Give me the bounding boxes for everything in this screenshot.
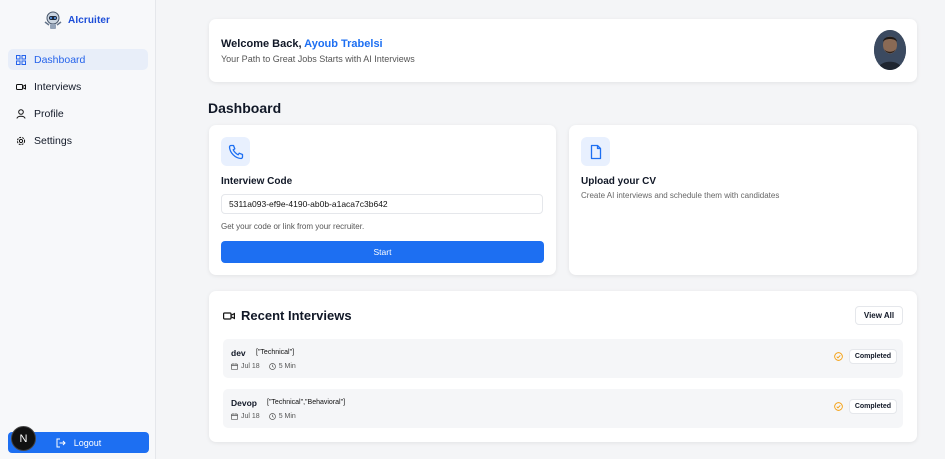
clock-icon [268,363,276,370]
clock-icon [268,413,276,420]
sidebar: AIcruiter Dashboard Interviews Profile S… [0,0,156,459]
recent-interviews-card: Recent Interviews View All dev ["Technic… [209,291,917,442]
list-item[interactable]: dev ["Technical"] Jul 18 5 Min Completed [223,339,903,378]
sidebar-nav: Dashboard Interviews Profile Settings [8,49,148,157]
list-item[interactable]: Devop ["Technical","Behavioral"] Jul 18 … [223,389,903,428]
welcome-greeting: Welcome Back, [221,38,302,50]
calendar-icon [231,363,238,370]
recent-interviews-title: Recent Interviews [241,308,352,323]
interview-code-hint: Get your code or link from your recruite… [221,222,365,231]
interview-duration: 5 Min [278,363,296,370]
status-badge: Completed [848,399,897,414]
user-name: Ayoub Trabelsi [304,38,383,50]
user-icon [16,108,26,119]
grid-icon [16,54,26,65]
interview-date: Jul 18 [241,413,260,420]
video-icon [223,311,235,320]
interview-tags: ["Technical","Behavioral"] [267,399,346,406]
page-title: Dashboard [208,100,282,116]
start-button[interactable]: Start [221,241,544,263]
welcome-subtitle: Your Path to Great Jobs Starts with AI I… [221,54,415,64]
interview-name: Devop [231,398,257,408]
video-icon [16,83,26,90]
upload-cv-card[interactable]: Upload your CV Create AI interviews and … [569,125,917,275]
welcome-heading: Welcome Back, Ayoub Trabelsi [221,38,383,50]
interview-meta: Jul 18 5 Min [231,413,296,420]
welcome-card: Welcome Back, Ayoub Trabelsi Your Path t… [209,19,917,82]
sidebar-item-label: Interviews [34,80,82,93]
phone-icon [221,137,250,166]
interview-tags: ["Technical"] [256,349,295,356]
file-icon [581,137,610,166]
sidebar-item-profile[interactable]: Profile [8,103,148,124]
check-circle-icon [834,402,843,411]
interview-status: Completed [834,349,897,364]
interview-code-title: Interview Code [221,176,293,187]
interview-code-input[interactable] [221,194,543,214]
interview-date: Jul 18 [241,363,260,370]
logout-label: Logout [73,437,102,448]
gear-icon [16,136,26,145]
dev-indicator-badge[interactable]: N [11,426,36,451]
check-circle-icon [834,352,843,361]
status-badge: Completed [848,349,897,364]
interview-name: dev [231,348,246,358]
view-all-button[interactable]: View All [855,306,903,325]
calendar-icon [231,413,238,420]
avatar[interactable] [874,30,906,70]
interview-meta: Jul 18 5 Min [231,363,296,370]
recent-interviews-heading: Recent Interviews [223,308,352,323]
sidebar-item-label: Profile [34,107,64,120]
robot-logo-icon [42,10,64,30]
logout-icon [56,438,66,447]
sidebar-item-label: Settings [34,134,72,147]
sidebar-item-dashboard[interactable]: Dashboard [8,49,148,70]
interview-code-card: Interview Code Get your code or link fro… [209,125,556,275]
interview-duration: 5 Min [278,413,296,420]
upload-cv-subtitle: Create AI interviews and schedule them w… [581,191,780,200]
interview-status: Completed [834,399,897,414]
sidebar-item-label: Dashboard [34,53,86,66]
upload-cv-title: Upload your CV [581,176,657,187]
sidebar-item-settings[interactable]: Settings [8,130,148,151]
sidebar-item-interviews[interactable]: Interviews [8,76,148,97]
brand[interactable]: AIcruiter [42,10,110,30]
brand-name: AIcruiter [68,14,111,26]
